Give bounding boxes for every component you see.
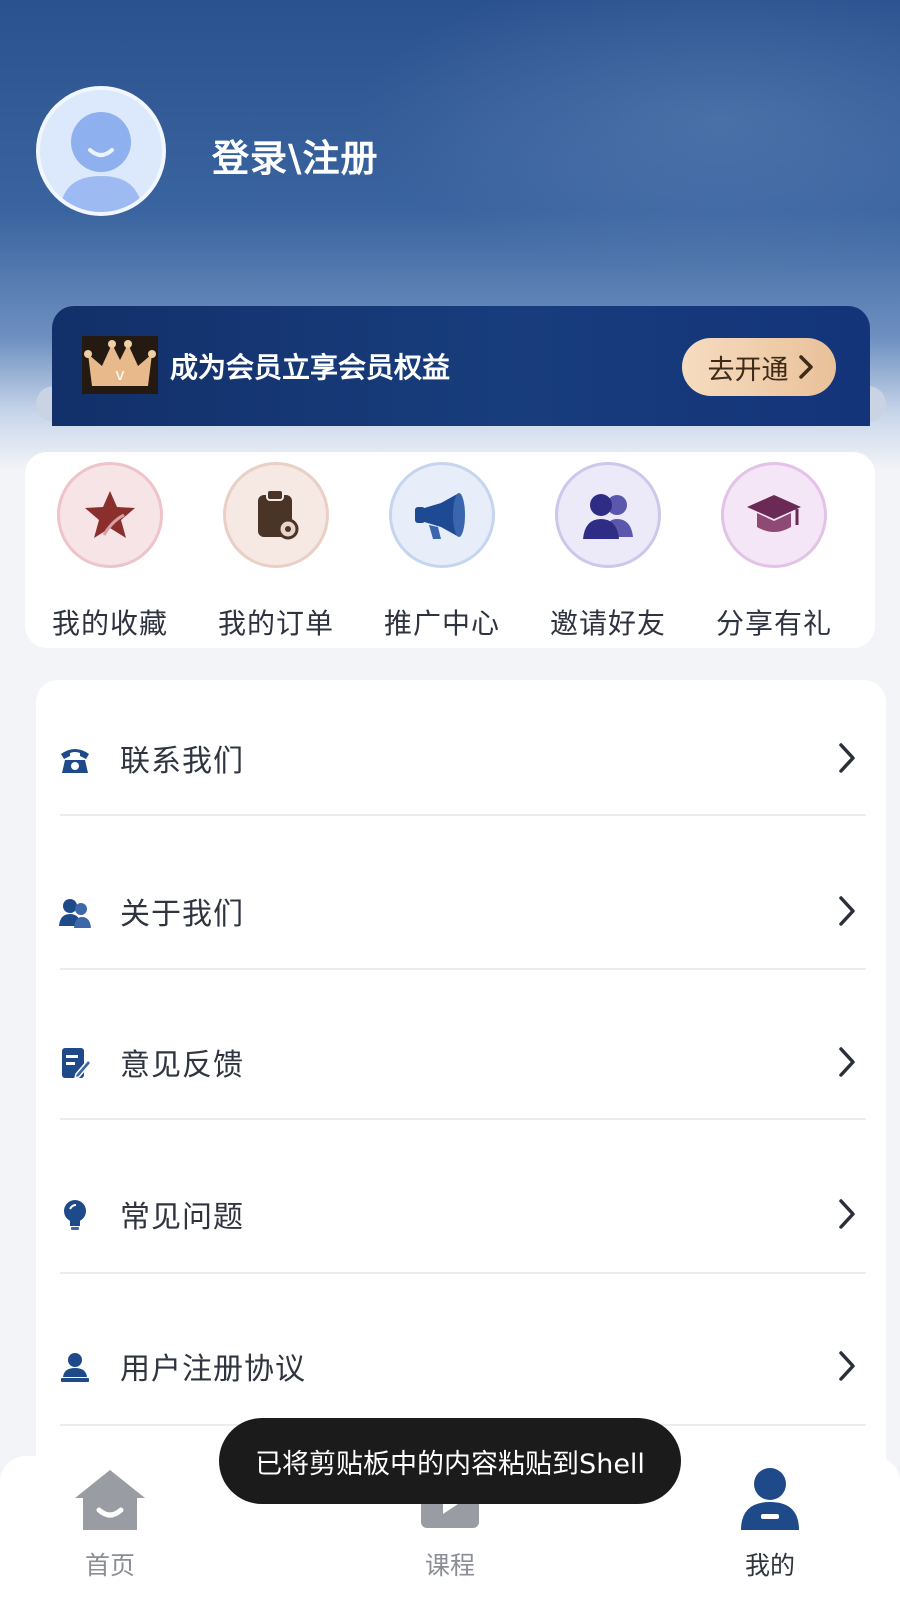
chevron-right-icon (839, 1351, 855, 1381)
menu-item-feedback[interactable]: 意见反馈 (36, 984, 886, 1140)
avatar[interactable] (36, 86, 166, 216)
quick-action-favorites[interactable]: 我的收藏 (25, 462, 195, 642)
graduation-cap-icon (721, 462, 827, 568)
chevron-right-icon (839, 1199, 855, 1229)
menu-item-label: 联系我们 (120, 744, 244, 779)
quick-action-label: 分享有礼 (715, 607, 832, 640)
svg-text:v: v (115, 365, 124, 384)
megaphone-icon (389, 462, 495, 568)
quick-action-orders[interactable]: 我的订单 (191, 462, 361, 642)
quick-action-promotion[interactable]: 推广中心 (357, 462, 527, 642)
settings-menu: 联系我们 关于我们 意见反馈 常见问题 用户注册协议 (36, 680, 886, 1480)
menu-item-about-us[interactable]: 关于我们 (36, 833, 886, 989)
quick-actions-card: 我的收藏 我的订单 推广中心 邀请好友 分享有礼 (25, 452, 875, 648)
profile-icon (741, 1468, 799, 1530)
tab-label: 课程 (424, 1551, 475, 1580)
tab-label: 首页 (84, 1551, 135, 1580)
phone-icon (61, 749, 89, 773)
activate-vip-label: 去开通 (707, 354, 789, 386)
quick-action-label: 邀请好友 (549, 607, 666, 640)
crown-icon: v (82, 336, 158, 394)
lightbulb-icon (64, 1200, 86, 1230)
divider (60, 968, 866, 970)
tab-home[interactable]: 首页 (30, 1466, 190, 1582)
quick-action-share[interactable]: 分享有礼 (689, 462, 859, 642)
quick-action-label: 我的订单 (217, 607, 334, 640)
chevron-right-icon (839, 743, 855, 773)
menu-item-faq[interactable]: 常见问题 (36, 1136, 886, 1292)
tab-mine[interactable]: 我的 (690, 1466, 850, 1582)
quick-action-label: 我的收藏 (51, 607, 168, 640)
clipboard-icon (223, 462, 329, 568)
menu-item-contact-us[interactable]: 联系我们 (36, 680, 886, 836)
vip-banner[interactable]: v 成为会员立享会员权益 去开通 (52, 306, 870, 426)
quick-action-invite[interactable]: 邀请好友 (523, 462, 693, 642)
menu-item-label: 关于我们 (120, 897, 244, 932)
vip-promo-text: 成为会员立享会员权益 (170, 351, 451, 384)
clipboard-toast: 已将剪贴板中的内容粘贴到Shell (219, 1418, 681, 1504)
menu-item-label: 用户注册协议 (120, 1352, 306, 1387)
team-icon (59, 899, 91, 928)
default-avatar-icon (60, 112, 142, 212)
users-icon (555, 462, 661, 568)
star-icon (57, 462, 163, 568)
menu-item-label: 意见反馈 (120, 1048, 244, 1083)
chevron-right-icon (839, 896, 855, 926)
menu-item-label: 常见问题 (120, 1200, 244, 1235)
quick-action-label: 推广中心 (383, 607, 500, 640)
home-icon (75, 1470, 145, 1530)
divider (60, 814, 866, 816)
activate-vip-button[interactable]: 去开通 (682, 338, 836, 396)
tab-label: 我的 (744, 1551, 795, 1580)
divider (60, 1118, 866, 1120)
user-agreement-icon (61, 1353, 89, 1382)
chevron-right-icon (839, 1047, 855, 1077)
divider (60, 1272, 866, 1274)
feedback-icon (62, 1048, 92, 1080)
chevron-right-icon (798, 355, 813, 379)
login-register-link[interactable]: 登录\注册 (212, 128, 379, 182)
